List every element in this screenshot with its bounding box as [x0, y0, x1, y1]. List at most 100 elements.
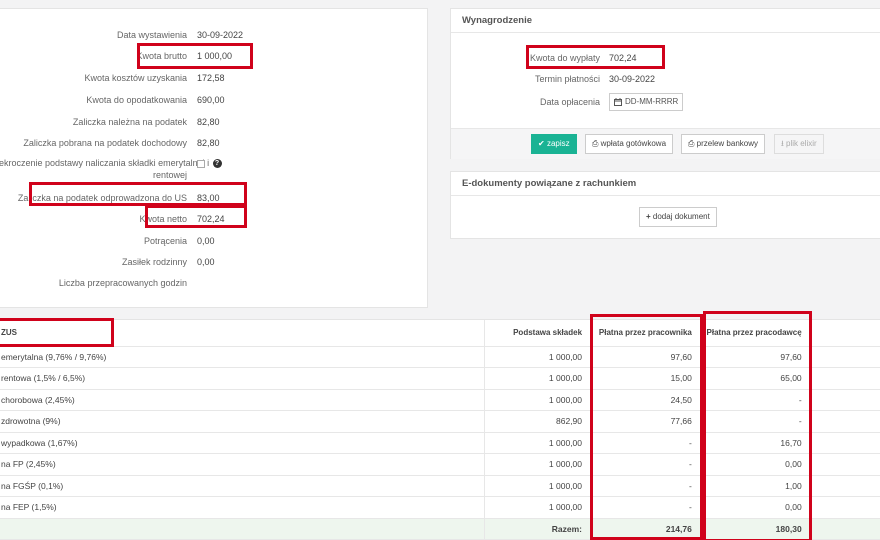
tax-due-value: 82,80 — [197, 117, 220, 127]
salary-title: Wynagrodzenie — [451, 9, 880, 33]
table-row: rentowa (1,5% / 6,5%) 1 000,00 15,00 65,… — [0, 367, 880, 390]
contribution-base: 1 000,00 — [484, 496, 592, 519]
total-label: Razem: — [484, 518, 592, 540]
payout-amount-value: 702,24 — [609, 53, 637, 63]
total-employee: 214,76 — [591, 518, 702, 540]
exceed-base-label-line1: ekroczenie podstawy naliczania składki e… — [0, 158, 210, 168]
employer-amount: 16,70 — [700, 432, 812, 454]
row-hours-worked: Liczba przepracowanych godzin — [0, 277, 399, 289]
table-row: na FEP (1,5%) 1 000,00 - 0,00 — [0, 496, 880, 519]
employer-amount: 97,60 — [700, 346, 812, 368]
table-row: emerytalna (9,76% / 9,76%) 1 000,00 97,6… — [0, 346, 880, 368]
zus-table-panel: ZUS Podstawa składek Płatna przez pracow… — [0, 319, 880, 540]
print-icon: ⎙ — [688, 139, 695, 148]
employer-amount: - — [700, 389, 812, 411]
due-date-value: 30-09-2022 — [609, 74, 656, 84]
employee-amount: 15,00 — [591, 367, 702, 390]
employer-amount: 0,00 — [700, 453, 812, 476]
cash-payment-button[interactable]: ⎙ wpłata gotówkowa — [585, 134, 674, 154]
total-row: Razem: 214,76 180,30 — [0, 518, 880, 540]
due-date-label: Termin płatności — [534, 74, 600, 84]
hours-worked-label: Liczba przepracowanych godzin — [58, 278, 187, 288]
table-header: ZUS Podstawa składek Płatna przez pracow… — [0, 320, 880, 347]
taxable-amount-label: Kwota do opodatkowania — [86, 95, 187, 105]
tax-paid-us-label: Zaliczka na podatek odprowadzona do US — [17, 193, 187, 203]
plus-icon: + — [646, 212, 651, 221]
col-header-base: Podstawa składek — [484, 320, 592, 347]
employer-amount: 65,00 — [700, 367, 812, 390]
employee-amount: - — [591, 432, 702, 454]
save-button[interactable]: ✔ zapisz — [531, 134, 577, 154]
bank-transfer-label: przelew bankowy — [696, 139, 759, 148]
check-icon: ✔ — [538, 139, 545, 148]
contribution-base: 1 000,00 — [484, 432, 592, 454]
issue-date-value: 30-09-2022 — [197, 30, 244, 40]
contribution-name: na FEP (1,5%) — [0, 496, 485, 519]
row-taxable-amount: Kwota do opodatkowania 690,00 — [0, 94, 399, 106]
salary-toolbar: ✔ zapisz ⎙ wpłata gotówkowa ⎙ przelew ba… — [451, 128, 880, 159]
contribution-base: 1 000,00 — [484, 346, 592, 368]
employee-amount: 97,60 — [591, 346, 702, 368]
contribution-name: wypadkowa (1,67%) — [0, 432, 485, 454]
costs-amount-value: 172,58 — [197, 73, 225, 83]
issue-date-label: Data wystawienia — [116, 30, 187, 40]
family-allowance-value: 0,00 — [197, 257, 215, 267]
net-amount-label: Kwota netto — [139, 214, 187, 224]
help-icon[interactable]: ? — [212, 159, 222, 169]
contribution-base: 1 000,00 — [484, 475, 592, 497]
edocuments-panel: E-dokumenty powiązane z rachunkiem + dod… — [450, 171, 880, 239]
row-family-allowance: Zasiłek rodzinny 0,00 — [0, 256, 399, 268]
family-allowance-label: Zasiłek rodzinny — [121, 257, 187, 267]
tax-collected-label: Zaliczka pobrana na podatek dochodowy — [23, 138, 187, 148]
paid-date-label: Data opłacenia — [539, 97, 600, 107]
bank-transfer-button[interactable]: ⎙ przelew bankowy — [681, 134, 766, 154]
tax-paid-us-value: 83,00 — [197, 193, 220, 203]
exceed-base-checkbox[interactable] — [197, 159, 205, 168]
edocuments-title: E-dokumenty powiązane z rachunkiem — [451, 172, 880, 196]
net-amount-value: 702,24 — [197, 214, 225, 224]
row-due-date: Termin płatności 30-09-2022 — [451, 73, 871, 85]
row-gross-amount: Kwota brutto 1 000,00 — [0, 50, 399, 62]
add-document-label: dodaj dokument — [652, 212, 710, 221]
paid-date-placeholder: DD-MM-RRRR — [625, 97, 679, 106]
elixir-file-button[interactable]: ⭳ plik elixir — [774, 134, 824, 154]
contribution-name: chorobowa (2,45%) — [0, 389, 485, 411]
contribution-name: rentowa (1,5% / 6,5%) — [0, 367, 485, 390]
deductions-value: 0,00 — [197, 236, 215, 246]
deductions-label: Potrącenia — [143, 236, 187, 246]
contribution-name: na FP (2,45%) — [0, 453, 485, 476]
download-icon: ⭳ — [781, 139, 784, 148]
row-exceed-base: ekroczenie podstawy naliczania składki e… — [0, 157, 399, 181]
payout-amount-label: Kwota do wypłaty — [529, 53, 600, 63]
table-row: zdrowotna (9%) 862,90 77,66 - — [0, 410, 880, 433]
row-paid-date: Data opłacenia DD-MM-RRRR — [451, 93, 871, 111]
hours-worked-value — [197, 277, 399, 289]
cash-payment-label: wpłata gotówkowa — [600, 139, 667, 148]
contribution-base: 1 000,00 — [484, 453, 592, 476]
bill-details-panel: Data wystawienia 30-09-2022 Kwota brutto… — [0, 8, 428, 308]
print-icon: ⎙ — [592, 139, 599, 148]
col-header-zus: ZUS — [0, 320, 485, 347]
table-row: wypadkowa (1,67%) 1 000,00 - 16,70 — [0, 432, 880, 454]
gross-amount-value: 1 000,00 — [197, 51, 233, 61]
taxable-amount-value: 690,00 — [197, 95, 225, 105]
contribution-base: 1 000,00 — [484, 389, 592, 411]
paid-date-input[interactable]: DD-MM-RRRR — [609, 93, 684, 111]
employee-amount: 24,50 — [591, 389, 702, 411]
col-header-employee: Płatna przez pracownika — [591, 320, 702, 347]
costs-amount-label: Kwota kosztów uzyskania — [84, 73, 187, 83]
salary-panel: Wynagrodzenie Kwota do wypłaty 702,24 Te… — [450, 8, 880, 159]
row-tax-paid-us: Zaliczka na podatek odprowadzona do US 8… — [0, 192, 399, 204]
employer-amount: - — [700, 410, 812, 433]
employee-amount: - — [591, 475, 702, 497]
table-row: na FGŚP (0,1%) 1 000,00 - 1,00 — [0, 475, 880, 497]
zus-table: ZUS Podstawa składek Płatna przez pracow… — [0, 320, 880, 540]
contribution-name: emerytalna (9,76% / 9,76%) — [0, 346, 485, 368]
elixir-file-label: plik elixir — [786, 139, 817, 148]
contribution-name: zdrowotna (9%) — [0, 410, 485, 433]
exceed-base-label-line2: rentowej — [152, 170, 187, 180]
exceed-base-label: ekroczenie podstawy naliczania składki e… — [0, 157, 210, 181]
row-net-amount: Kwota netto 702,24 — [0, 213, 399, 225]
row-issue-date: Data wystawienia 30-09-2022 — [0, 29, 399, 41]
add-document-button[interactable]: + dodaj dokument — [639, 207, 717, 227]
